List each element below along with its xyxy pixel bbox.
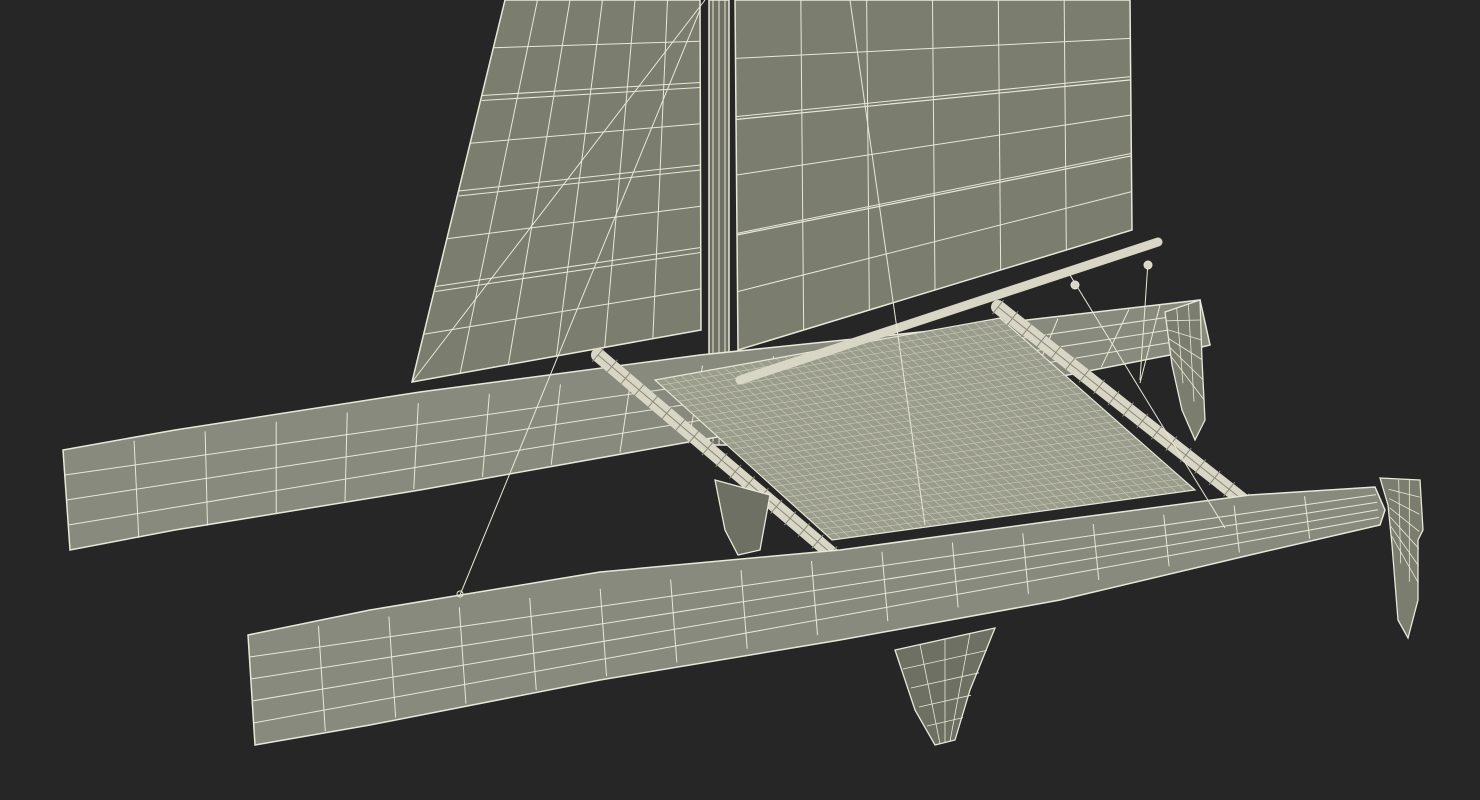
rudder [1164, 299, 1206, 442]
pulley [1070, 280, 1080, 290]
render-viewport [0, 0, 1480, 800]
rudder [1379, 477, 1424, 640]
catamaran-model [62, 0, 1424, 746]
pulley [1143, 260, 1153, 270]
main-sail [734, 0, 1133, 352]
hullB-grid-line [250, 501, 1378, 680]
